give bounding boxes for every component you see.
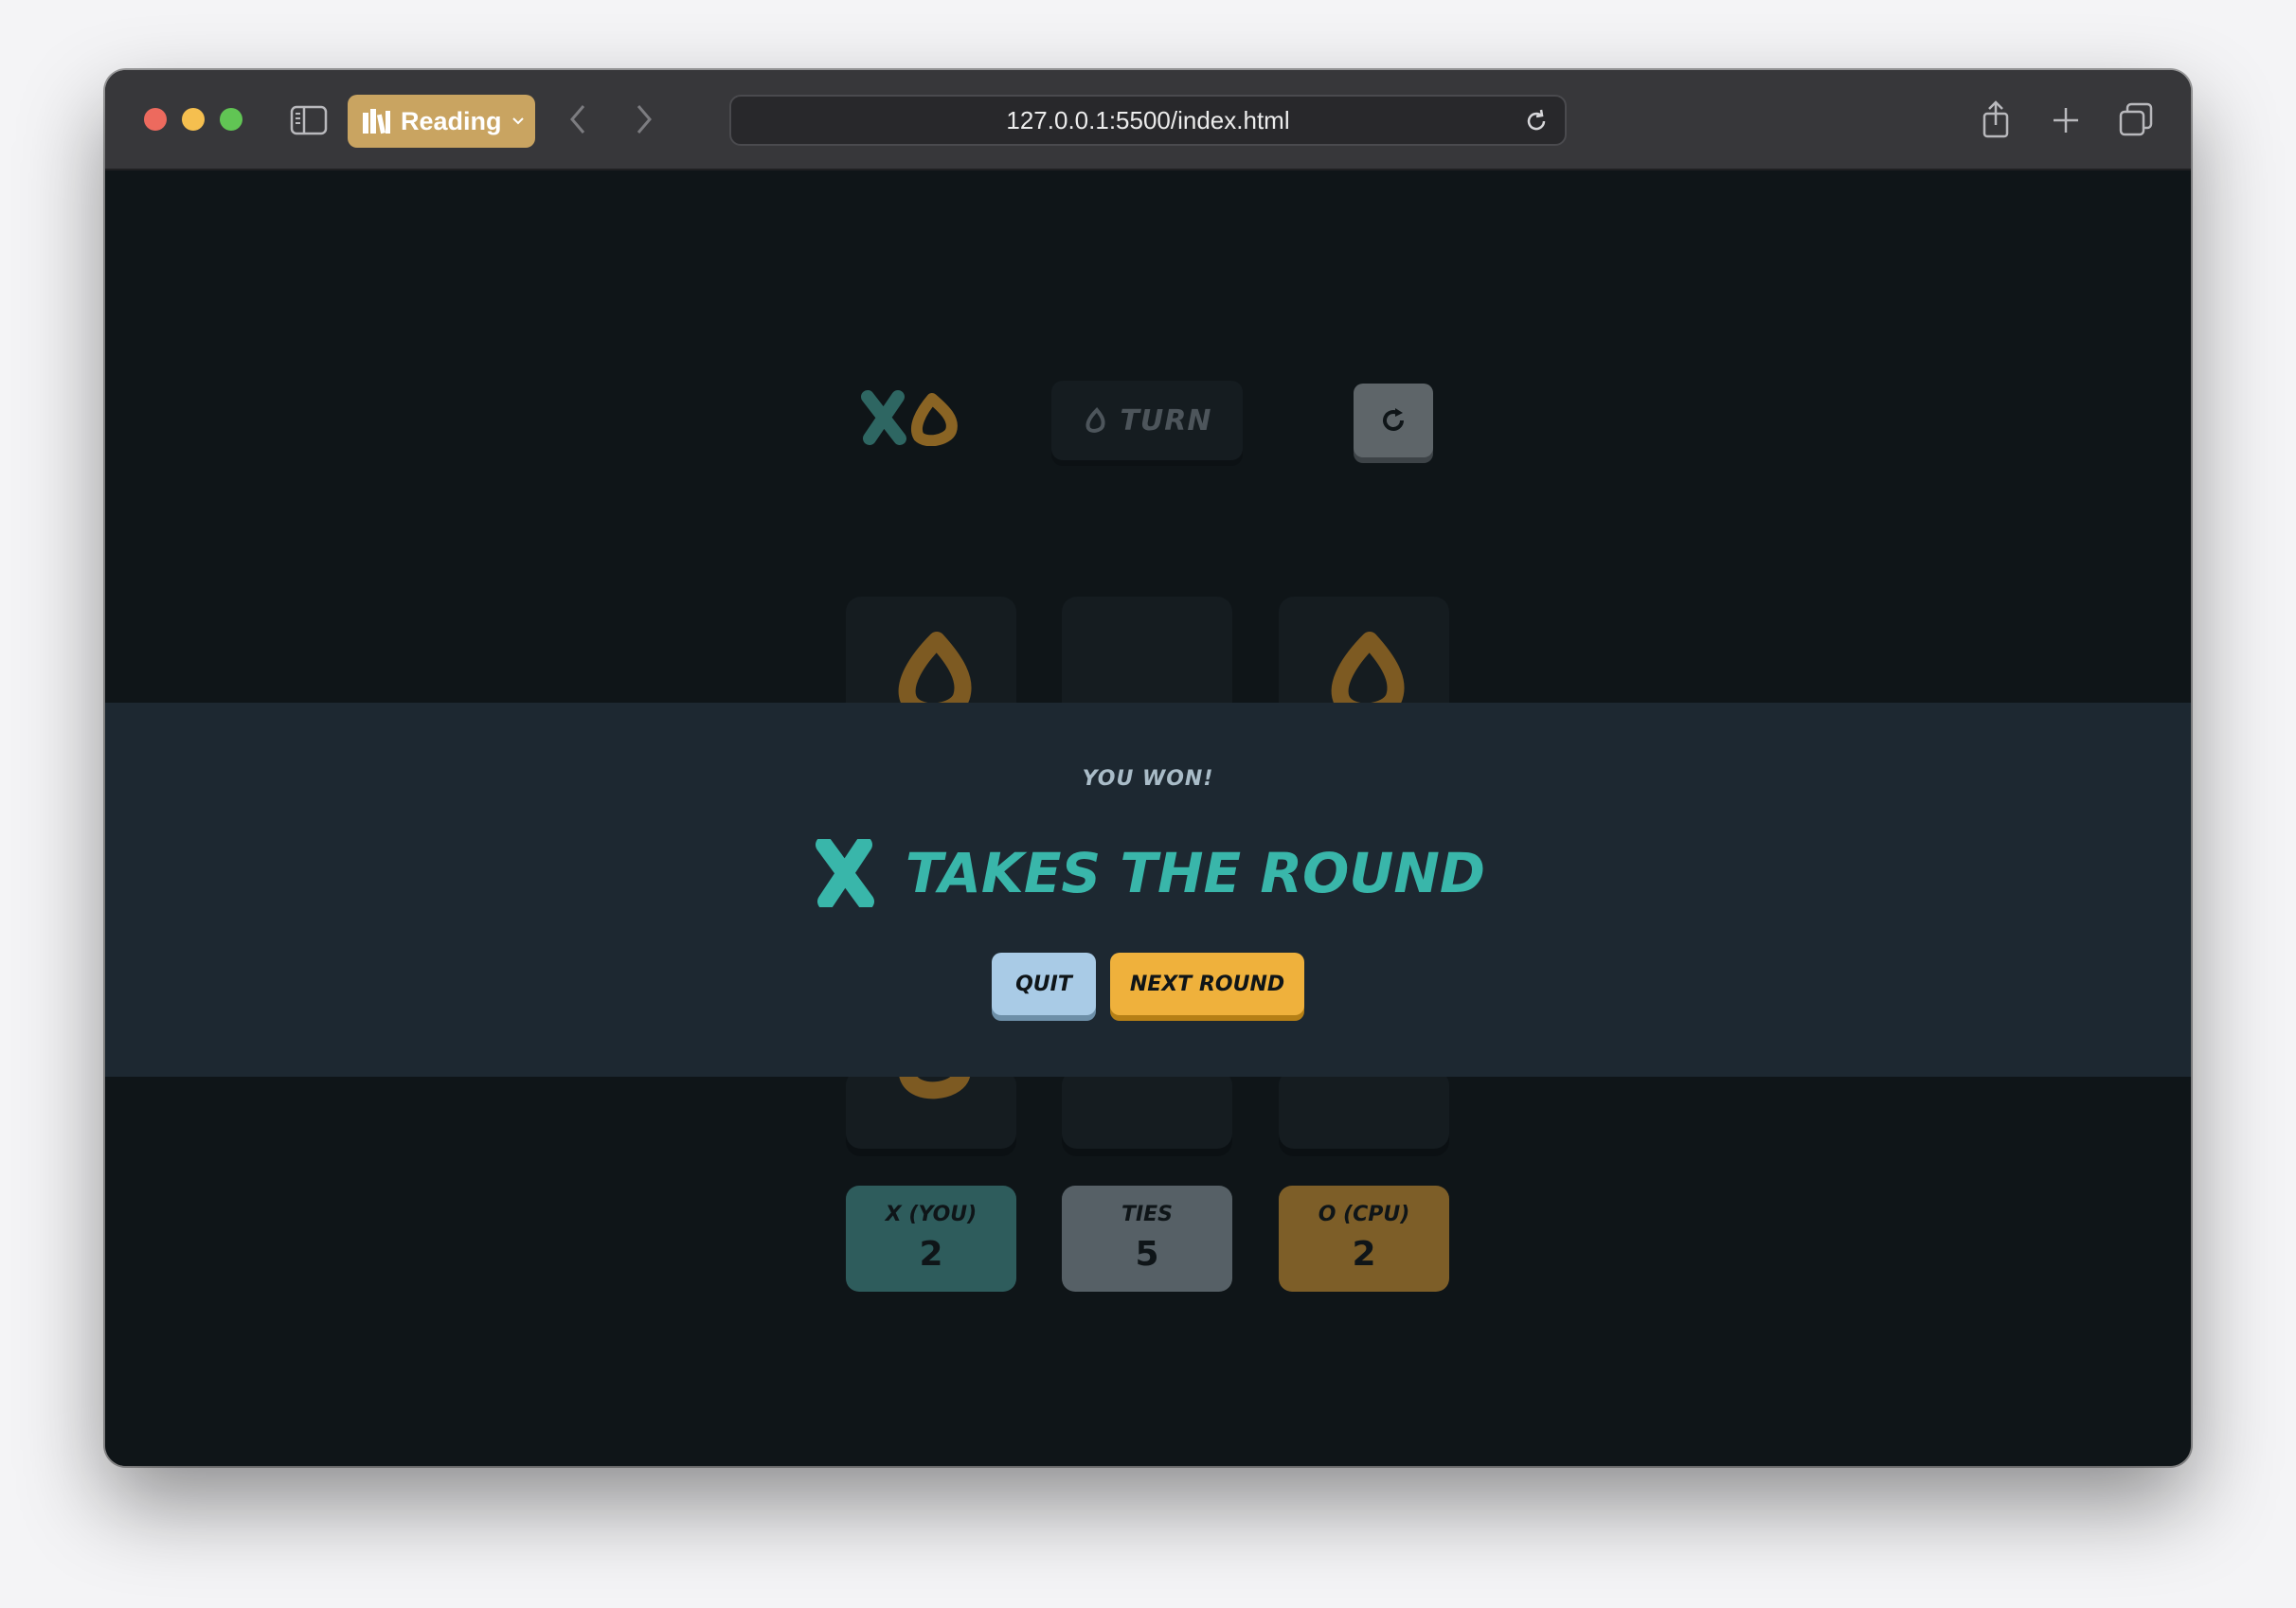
score-o-value: 2 [1352, 1235, 1376, 1274]
chevron-down-icon [511, 117, 524, 125]
minimize-window-button[interactable] [182, 108, 205, 131]
board-cell-8[interactable] [1062, 1070, 1232, 1149]
board-cell-7[interactable] [846, 1010, 1016, 1149]
restart-icon [1383, 408, 1404, 431]
reload-icon[interactable] [1523, 108, 1550, 134]
next-round-button[interactable]: NEXT ROUND [1110, 953, 1304, 1015]
reading-list-button[interactable]: Reading [348, 95, 535, 148]
sidebar-toggle-icon[interactable] [290, 105, 328, 135]
browser-window: Reading 127.0.0.1:5500/index.html TURN X… [105, 70, 2191, 1466]
score-ties-value: 5 [1135, 1235, 1159, 1274]
tab-overview-icon[interactable] [2117, 98, 2155, 140]
x-mark-icon [815, 839, 874, 907]
result-title: TAKES THE ROUND [105, 835, 2191, 911]
address-bar[interactable]: 127.0.0.1:5500/index.html [729, 95, 1567, 146]
back-icon[interactable] [566, 102, 589, 136]
score-o: O (CPU) 2 [1279, 1186, 1449, 1292]
score-x-label: X (YOU) [885, 1203, 978, 1226]
turn-text: TURN [1120, 403, 1212, 438]
o-mark-icon [1085, 407, 1106, 433]
board-cell-9[interactable] [1279, 1070, 1449, 1149]
url-text: 127.0.0.1:5500/index.html [1006, 105, 1290, 134]
result-title-text: TAKES THE ROUND [905, 841, 1486, 905]
score-o-label: O (CPU) [1318, 1203, 1410, 1226]
score-ties: TIES 5 [1062, 1186, 1232, 1292]
score-x: X (YOU) 2 [846, 1186, 1016, 1292]
turn-indicator: TURN [1051, 381, 1243, 460]
restart-button[interactable] [1354, 384, 1433, 457]
new-tab-icon[interactable] [2047, 98, 2085, 140]
score-ties-label: TIES [1121, 1203, 1174, 1226]
browser-toolbar: Reading 127.0.0.1:5500/index.html [105, 70, 2191, 170]
quit-button[interactable]: QUIT [992, 953, 1096, 1015]
xo-logo [861, 390, 958, 446]
maximize-window-button[interactable] [220, 108, 242, 131]
reading-label: Reading [401, 106, 502, 135]
close-window-button[interactable] [144, 108, 167, 131]
result-subtitle: YOU WON! [1082, 767, 1214, 791]
score-x-value: 2 [919, 1235, 943, 1274]
forward-icon[interactable] [633, 102, 655, 136]
page-content: TURN X (YOU) 2 TIES 5 O (CPU) 2 YOU WON!… [105, 170, 2191, 1466]
books-icon [363, 109, 390, 134]
share-icon[interactable] [1977, 98, 2015, 140]
round-result-modal: YOU WON! TAKES THE ROUND QUIT NEXT ROUND [105, 703, 2191, 1077]
